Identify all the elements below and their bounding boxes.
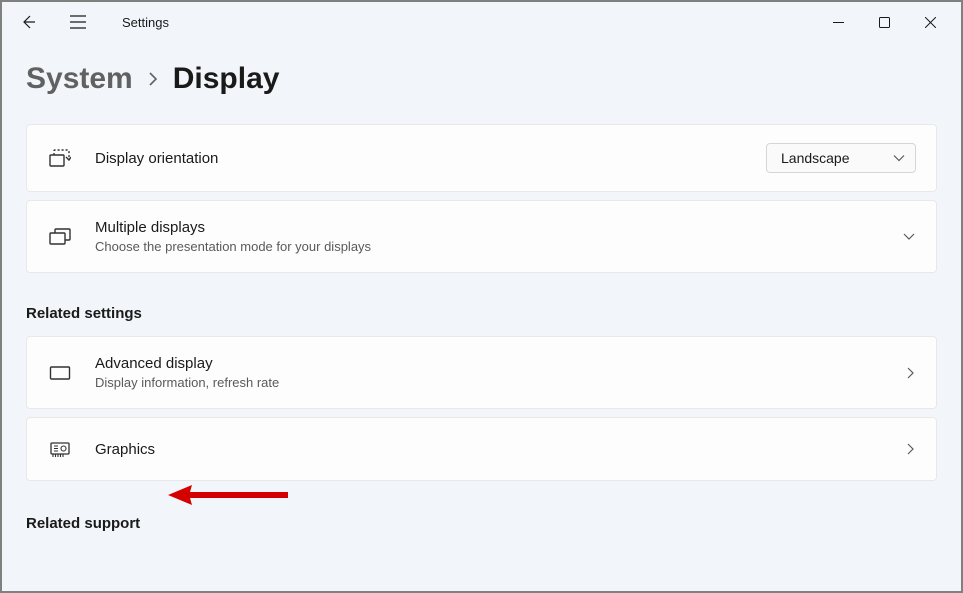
multiple-displays-icon xyxy=(47,224,73,250)
chevron-right-icon xyxy=(147,71,159,87)
menu-button[interactable] xyxy=(60,4,96,40)
row-text: Display orientation xyxy=(95,150,744,167)
row-subtitle: Choose the presentation mode for your di… xyxy=(95,239,880,254)
app-title: Settings xyxy=(122,15,169,30)
row-title: Graphics xyxy=(95,441,884,458)
row-control: Landscape xyxy=(766,143,916,173)
row-title: Multiple displays xyxy=(95,219,880,236)
breadcrumb-parent[interactable]: System xyxy=(26,62,133,96)
row-title: Advanced display xyxy=(95,355,884,372)
expand-control xyxy=(902,232,916,242)
chevron-down-icon xyxy=(902,232,916,242)
close-icon xyxy=(925,17,936,28)
row-graphics[interactable]: Graphics xyxy=(26,417,937,481)
breadcrumb: System Display xyxy=(2,42,961,124)
row-advanced-display[interactable]: Advanced display Display information, re… xyxy=(26,336,937,409)
minimize-button[interactable] xyxy=(815,6,861,38)
breadcrumb-current: Display xyxy=(173,62,280,96)
content: Display orientation Landscape Multiple d… xyxy=(2,124,961,532)
row-title: Display orientation xyxy=(95,150,744,167)
close-button[interactable] xyxy=(907,6,953,38)
maximize-button[interactable] xyxy=(861,6,907,38)
orientation-icon xyxy=(47,145,73,171)
graphics-card-icon xyxy=(47,436,73,462)
back-arrow-icon xyxy=(20,14,36,30)
minimize-icon xyxy=(833,17,844,28)
row-text: Multiple displays Choose the presentatio… xyxy=(95,219,880,254)
orientation-select[interactable]: Landscape xyxy=(766,143,916,173)
window-controls xyxy=(815,6,953,38)
chevron-right-icon xyxy=(906,366,916,380)
chevron-down-icon xyxy=(893,154,905,162)
row-multiple-displays[interactable]: Multiple displays Choose the presentatio… xyxy=(26,200,937,273)
maximize-icon xyxy=(879,17,890,28)
row-subtitle: Display information, refresh rate xyxy=(95,375,884,390)
navigate-control xyxy=(906,366,916,380)
orientation-value: Landscape xyxy=(781,150,850,166)
monitor-icon xyxy=(47,360,73,386)
titlebar: Settings xyxy=(2,2,961,42)
row-display-orientation[interactable]: Display orientation Landscape xyxy=(26,124,937,192)
section-related-support: Related support xyxy=(26,515,937,532)
back-button[interactable] xyxy=(10,4,46,40)
section-related-settings: Related settings xyxy=(26,305,937,322)
hamburger-icon xyxy=(70,15,86,29)
chevron-right-icon xyxy=(906,442,916,456)
titlebar-left: Settings xyxy=(10,4,815,40)
row-text: Graphics xyxy=(95,441,884,458)
navigate-control xyxy=(906,442,916,456)
row-text: Advanced display Display information, re… xyxy=(95,355,884,390)
